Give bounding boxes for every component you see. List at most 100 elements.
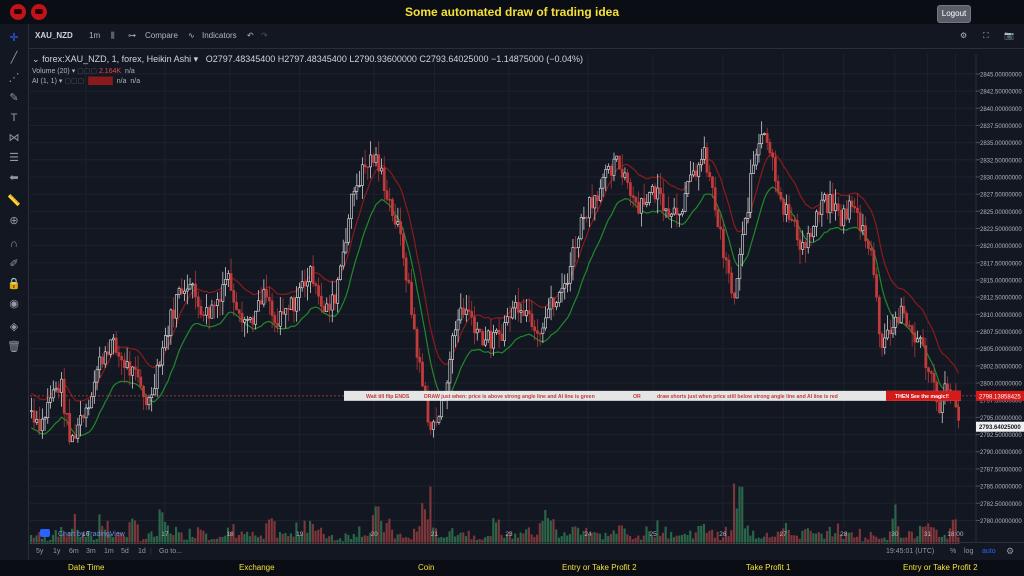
candle-body (760, 134, 764, 145)
candle-body (169, 309, 173, 336)
ai-label[interactable]: AI (1, 1) (32, 78, 57, 85)
candle-body (240, 312, 244, 323)
percent-toggle[interactable]: % (950, 548, 956, 555)
candle-body (804, 242, 807, 249)
dropdown-icon[interactable]: ▾ (194, 54, 199, 64)
candle-body (470, 311, 474, 318)
volume-label[interactable]: Volume (20) (32, 68, 70, 75)
candle-body (629, 182, 632, 196)
price-tick-label: 2790.00000000 (980, 450, 1022, 456)
candle-body (667, 208, 671, 217)
candle-body (475, 328, 479, 334)
price-axis: 2845.00000000 2842.50000000 2840.00000000 2… (975, 54, 1024, 542)
goto-button[interactable]: Go to... (159, 548, 182, 555)
price-chart[interactable]: 2845.00000000 2842.50000000 2840.00000000 2… (0, 24, 1024, 560)
candle-body (164, 335, 167, 349)
range-1y[interactable]: 1y (53, 548, 60, 555)
ai-red-line (31, 151, 960, 402)
auto-toggle[interactable]: auto (982, 548, 996, 555)
candle-body (637, 201, 640, 214)
candle-body (289, 297, 293, 310)
candle-body (396, 221, 400, 225)
candle-body (377, 154, 381, 172)
candle-body (158, 364, 162, 367)
candle-body (311, 266, 315, 284)
candle-body (205, 307, 208, 316)
candle-body (549, 297, 553, 310)
candle-body (46, 402, 50, 418)
candle-body (713, 187, 717, 211)
annotation-text-3: OR (633, 394, 641, 400)
candle-body (574, 247, 578, 249)
candle-body (84, 407, 88, 419)
candle-body (938, 401, 941, 413)
candle-body (221, 284, 225, 302)
logout-button[interactable]: Logout (937, 5, 971, 23)
candle-body (825, 194, 829, 214)
dropdown-icon[interactable]: ▾ (72, 68, 76, 75)
range-1m[interactable]: 1m (104, 548, 114, 555)
collapse-icon[interactable]: ⌄ (32, 54, 40, 64)
candle-body (913, 332, 917, 343)
bottom-toolbar: 5y 1y 6m 3m 1m 5d 1d | Go to... 19:45:01… (28, 542, 1024, 561)
candle-body (812, 226, 816, 238)
range-1d[interactable]: 1d (138, 548, 146, 555)
candle-body (689, 174, 692, 182)
volume-bar (158, 509, 161, 544)
candle-body (886, 329, 889, 339)
range-5y[interactable]: 5y (36, 548, 43, 555)
candle-body (265, 289, 268, 298)
price-tick-label: 2840.00000000 (980, 107, 1022, 113)
overlay: Wait till flip ENDS DRAW just when: price… (30, 390, 1024, 538)
candle-body (716, 209, 720, 228)
candle-body (957, 406, 960, 421)
candle-body (224, 279, 227, 285)
candle-body (308, 266, 312, 283)
candle-body (270, 300, 274, 316)
candle-body (38, 419, 41, 432)
candle-body (210, 304, 214, 319)
price-tick-label: 2782.50000000 (980, 502, 1022, 508)
candle-body (918, 337, 922, 340)
candle-body (596, 195, 599, 201)
study-buttons-icon[interactable]: ▢▢▢ (77, 68, 97, 75)
candle-body (555, 302, 558, 308)
range-6m[interactable]: 6m (69, 548, 79, 555)
range-3m[interactable]: 3m (86, 548, 96, 555)
volume-bar (544, 509, 547, 544)
dropdown-icon[interactable]: ▾ (59, 78, 63, 85)
candle-body (319, 295, 323, 307)
study-buttons-icon[interactable]: ▢▢▢ (64, 78, 84, 85)
time-tick-label: 24 (584, 531, 592, 538)
candle-body (177, 288, 181, 295)
candle-body (899, 305, 903, 323)
candle-body (473, 316, 476, 334)
settings-icon[interactable]: ⚙ (1006, 546, 1014, 557)
candle-body (281, 311, 285, 315)
annotation-text-2: DRAW just when: price is above strong an… (424, 394, 595, 400)
volume-bar (309, 520, 312, 544)
candle-body (645, 202, 649, 205)
candle-body (76, 424, 80, 439)
range-5d[interactable]: 5d (121, 548, 129, 555)
candle-body (412, 314, 416, 330)
candle-body (90, 396, 93, 409)
tradingview-widget: ✛ ╱ ⋰ ✎ T ⋈ ☰ ⬅ 📏 ⊕ ∩ ✐ 🔒 ◉ ◈ 🗑 XAU_NZD … (0, 24, 1024, 560)
candle-body (552, 297, 556, 308)
candle-body (541, 327, 545, 334)
candle-body (358, 185, 361, 187)
tradingview-logo-icon (40, 529, 50, 537)
annotation-text-1: Wait till flip ENDS (366, 394, 410, 400)
price-tick-label: 2805.00000000 (980, 347, 1022, 353)
candle-body (779, 192, 783, 200)
candle-body (40, 418, 44, 432)
candle-body (782, 198, 785, 215)
candle-body (194, 283, 197, 298)
price-tick-label: 2820.00000000 (980, 244, 1022, 250)
candle-body (735, 278, 739, 299)
candle-body (448, 359, 452, 384)
candle-body (787, 204, 791, 220)
candle-body (434, 421, 438, 424)
candle-body (347, 218, 351, 243)
log-toggle[interactable]: log (964, 548, 973, 555)
